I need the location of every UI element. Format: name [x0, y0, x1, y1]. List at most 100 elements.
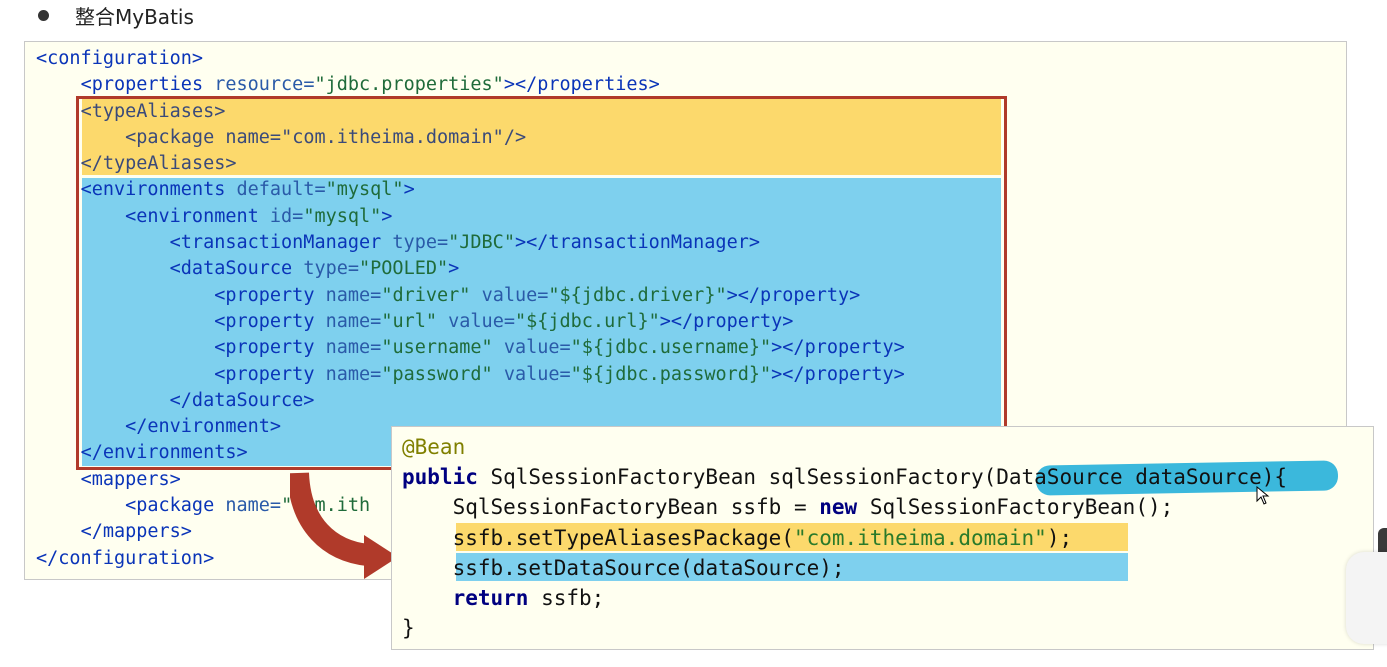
code-line: </typeAliases>	[36, 153, 237, 174]
annotation: @Bean	[402, 435, 466, 459]
xml-value: "${jdbc.password}"	[570, 363, 772, 385]
xml-tag: </dataSource>	[169, 389, 315, 411]
xml-attr: value=	[503, 363, 571, 385]
code-line: <dataSource type="POOLED">	[36, 258, 460, 280]
xml-tag: <transactionManager	[169, 232, 393, 254]
code-line: @Bean	[402, 435, 465, 459]
code-line: <property name="url" value="${jdbc.url}"…	[36, 311, 793, 332]
keyword: public	[402, 465, 478, 490]
xml-tag: />	[503, 126, 527, 148]
xml-tag: <properties	[80, 74, 215, 96]
code-text: }	[402, 616, 415, 641]
xml-tag: <configuration>	[36, 48, 204, 69]
xml-tag: <package	[125, 495, 226, 517]
xml-value: "mysql"	[325, 179, 404, 201]
code-text: SqlSessionFactoryBean ssfb =	[452, 495, 820, 520]
xml-tag: </mappers>	[80, 521, 192, 543]
code-line: </mappers>	[36, 521, 192, 542]
bullet-icon	[38, 9, 49, 21]
section-heading: 整合MyBatis	[38, 0, 194, 30]
code-line: <properties resource="jdbc.properties"><…	[36, 74, 660, 95]
xml-attr: resource=	[214, 74, 315, 96]
xml-attr: id=	[269, 205, 304, 227]
code-line: <environments default="mysql">	[36, 179, 415, 200]
xml-value: "JDBC"	[448, 232, 515, 254]
xml-attr: name=	[325, 284, 382, 306]
mouse-pointer-icon	[1256, 486, 1270, 505]
code-line: return ssfb;	[402, 586, 605, 611]
xml-attr: type=	[303, 258, 360, 280]
code-line: </configuration>	[36, 548, 214, 569]
xml-value: "password"	[381, 363, 504, 385]
xml-tag: </configuration>	[36, 547, 215, 569]
code-line: SqlSessionFactoryBean ssfb = new SqlSess…	[402, 495, 1174, 520]
xml-tag: >	[448, 258, 460, 280]
xml-value: "username"	[381, 337, 504, 359]
xml-attr: name=	[225, 126, 282, 148]
xml-tag: <property	[214, 284, 326, 306]
xml-value: "${jdbc.url}"	[514, 310, 660, 332]
code-line: <property name="password" value="${jdbc.…	[36, 364, 905, 385]
xml-attr: default=	[236, 179, 326, 201]
xml-value: "url"	[381, 310, 449, 332]
xml-tag: </environments>	[80, 442, 248, 464]
red-curved-arrow-icon	[290, 472, 398, 579]
xml-value: "POOLED"	[359, 258, 449, 280]
code-line: <typeAliases>	[36, 100, 226, 122]
code-text: ssfb;	[528, 586, 605, 611]
xml-value: "${jdbc.username}"	[570, 337, 772, 359]
xml-tag: </environment>	[125, 416, 282, 438]
code-line: public SqlSessionFactoryBean sqlSessionF…	[402, 465, 1287, 489]
xml-tag: <environments	[80, 179, 237, 201]
xml-tag: ></transactionManager>	[514, 232, 760, 254]
xml-attr: value=	[448, 310, 515, 332]
code-line: ssfb.setDataSource(dataSource);	[402, 556, 845, 580]
code-text: ssfb.setDataSource(dataSource);	[452, 555, 845, 580]
xml-value: "driver"	[381, 284, 482, 306]
xml-tag: >	[381, 205, 393, 227]
xml-tag: ></property>	[659, 310, 794, 332]
xml-tag: <package	[125, 126, 226, 148]
code-line: </dataSource>	[36, 389, 315, 411]
code-line: <mappers>	[36, 469, 181, 490]
xml-attr: name=	[225, 495, 282, 517]
xml-tag: </typeAliases>	[80, 153, 237, 175]
code-line: </environment>	[36, 416, 281, 437]
code-line: <configuration>	[36, 48, 203, 69]
code-line: }	[402, 616, 415, 640]
xml-attr: type=	[392, 232, 449, 254]
xml-tag: <property	[214, 310, 326, 332]
code-line: <property name="username" value="${jdbc.…	[36, 337, 905, 358]
xml-value: "jdbc.properties"	[314, 74, 504, 96]
xml-attr: name=	[325, 363, 382, 385]
xml-tag: <typeAliases>	[80, 100, 226, 122]
code-line: ssfb.setTypeAliasesPackage("com.itheima.…	[402, 525, 1073, 550]
code-line: <transactionManager type="JDBC"></transa…	[36, 232, 760, 253]
xml-tag: ></property>	[771, 337, 905, 359]
keyword: return	[452, 586, 529, 611]
xml-tag: <dataSource	[169, 258, 304, 280]
java-code: @Bean public SqlSessionFactoryBean sqlSe…	[402, 432, 1287, 643]
section-title: 整合MyBatis	[75, 4, 194, 29]
xml-tag: >	[403, 179, 415, 201]
code-text: SqlSessionFactoryBean sqlSessionFactory(…	[477, 465, 1288, 490]
string-literal: "com.itheima.domain"	[793, 525, 1047, 550]
xml-tag: ></properties>	[503, 74, 660, 96]
xml-attr: value=	[481, 284, 549, 306]
xml-value: "${jdbc.driver}"	[548, 284, 727, 306]
xml-value: "mysql"	[303, 205, 382, 227]
floating-widget[interactable]	[1346, 552, 1387, 644]
xml-tag: <property	[214, 363, 326, 385]
xml-attr: name=	[325, 337, 382, 359]
xml-tag: <property	[214, 337, 326, 359]
code-text: SqlSessionFactoryBean();	[857, 495, 1174, 520]
code-line: </environments>	[36, 442, 248, 463]
code-text: );	[1046, 525, 1073, 550]
xml-attr: value=	[503, 337, 571, 359]
xml-tag: ></property>	[726, 284, 861, 306]
xml-attr: name=	[325, 310, 382, 332]
code-text: ssfb.setTypeAliasesPackage(	[452, 525, 794, 550]
xml-tag: ></property>	[771, 363, 905, 385]
keyword: new	[819, 495, 858, 520]
xml-tag: <environment	[125, 205, 270, 227]
